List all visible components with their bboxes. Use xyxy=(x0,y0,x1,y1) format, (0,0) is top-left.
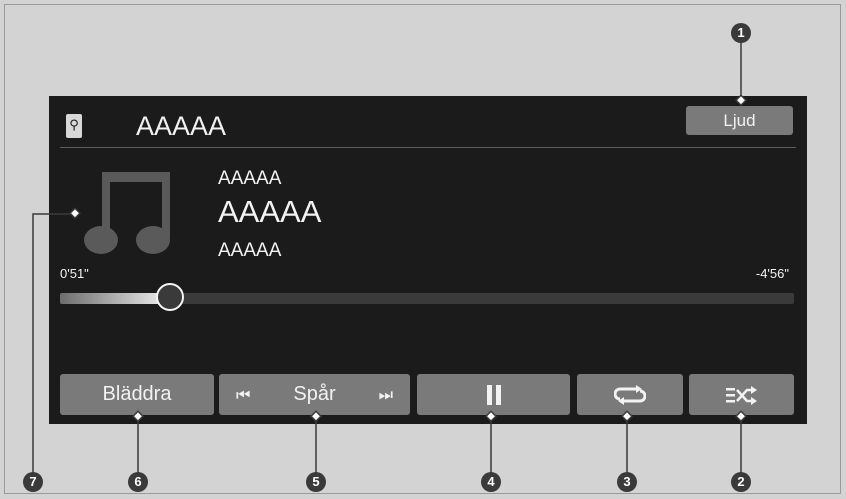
callout-1: 1 xyxy=(731,23,751,43)
callout-lines xyxy=(32,33,748,482)
callout-7: 7 xyxy=(23,472,43,492)
callout-3: 3 xyxy=(617,472,637,492)
callout-2: 2 xyxy=(731,472,751,492)
callout-4: 4 xyxy=(481,472,501,492)
callout-6: 6 xyxy=(128,472,148,492)
callout-5: 5 xyxy=(306,472,326,492)
